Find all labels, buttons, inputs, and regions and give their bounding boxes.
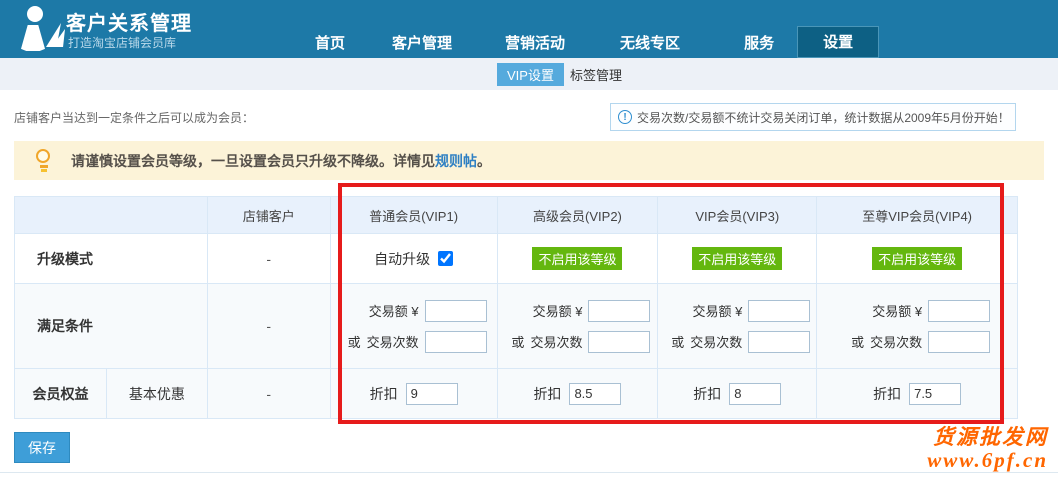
discount-input-vip4[interactable] xyxy=(909,383,961,405)
intro-text: 店铺客户当达到一定条件之后可以成为会员： xyxy=(14,109,254,126)
benefit-vip1-cell: 折扣 xyxy=(331,369,498,419)
amount-label: 交易额 ¥ xyxy=(533,301,583,320)
count-input-vip2[interactable] xyxy=(588,331,650,353)
condition-vip1-cell: 交易额 ¥ 或 交易次数 xyxy=(331,284,498,369)
header-cell-vip4: 至尊VIP会员(VIP4) xyxy=(817,197,1018,234)
table-header-row: 店铺客户 普通会员(VIP1) 高级会员(VIP2) VIP会员(VIP3) 至… xyxy=(15,197,1018,234)
count-label: 交易次数 xyxy=(870,332,922,351)
count-label: 交易次数 xyxy=(690,332,742,351)
nav-item-home[interactable]: 首页 xyxy=(315,32,345,53)
count-label: 交易次数 xyxy=(367,332,419,351)
benefit-sublabel: 基本优惠 xyxy=(107,369,208,419)
lightbulb-icon xyxy=(35,149,53,173)
auto-upgrade-label: 自动升级 xyxy=(374,249,430,269)
warning-text-suffix: 。 xyxy=(477,153,491,169)
amount-input-vip4[interactable] xyxy=(928,300,990,322)
upgrade-vip3-cell: 不启用该等级 xyxy=(658,234,817,284)
nav-item-service[interactable]: 服务 xyxy=(744,32,774,53)
warning-text-main: 请谨慎设置会员等级，一旦设置会员只升级不降级。详情见 xyxy=(71,153,435,169)
amount-label: 交易额 ¥ xyxy=(369,301,419,320)
disable-level-button-vip2[interactable]: 不启用该等级 xyxy=(532,247,622,270)
benefit-vip4-cell: 折扣 xyxy=(817,369,1018,419)
or-label: 或 xyxy=(851,332,864,351)
app-title: 客户关系管理 xyxy=(66,7,192,36)
condition-vip2-cell: 交易额 ¥ 或 交易次数 xyxy=(498,284,659,369)
benefit-vip3-cell: 折扣 xyxy=(658,369,817,419)
upgrade-mode-label: 升级模式 xyxy=(15,234,208,284)
header-cell-vip2: 高级会员(VIP2) xyxy=(498,197,659,234)
amount-input-vip3[interactable] xyxy=(748,300,810,322)
upgrade-vip1-cell: 自动升级 xyxy=(331,234,498,284)
amount-input-vip2[interactable] xyxy=(588,300,650,322)
discount-input-vip3[interactable] xyxy=(729,383,781,405)
nav-item-customers[interactable]: 客户管理 xyxy=(392,32,452,53)
or-label: 或 xyxy=(348,332,361,351)
count-input-vip1[interactable] xyxy=(425,331,487,353)
count-label: 交易次数 xyxy=(530,332,582,351)
watermark-line1: 货源批发网 xyxy=(927,426,1048,449)
warning-bar: 请谨慎设置会员等级，一旦设置会员只升级不降级。详情见规则帖。 xyxy=(14,141,1044,180)
header-cell-shop-customer: 店铺客户 xyxy=(208,197,331,234)
nav-item-wireless[interactable]: 无线专区 xyxy=(620,32,680,53)
app-subtitle: 打造淘宝店铺会员库 xyxy=(68,34,176,51)
subnav-tab-vip-settings[interactable]: VIP设置 xyxy=(497,63,564,86)
header-cell-vip3: VIP会员(VIP3) xyxy=(658,197,817,234)
or-label: 或 xyxy=(671,332,684,351)
condition-vip4-cell: 交易额 ¥ 或 交易次数 xyxy=(817,284,1018,369)
amount-label: 交易额 ¥ xyxy=(872,301,922,320)
benefit-row: 会员权益 基本优惠 - 折扣 折扣 折扣 xyxy=(15,369,1018,419)
or-label: 或 xyxy=(511,332,524,351)
disable-level-button-vip3[interactable]: 不启用该等级 xyxy=(692,247,782,270)
watermark: 货源批发网 www.6pf.cn xyxy=(927,426,1048,472)
count-input-vip4[interactable] xyxy=(928,331,990,353)
vip-settings-table: 店铺客户 普通会员(VIP1) 高级会员(VIP2) VIP会员(VIP3) 至… xyxy=(14,196,1018,419)
nav-item-marketing[interactable]: 营销活动 xyxy=(505,32,565,53)
info-box: ! 交易次数/交易额不统计交易关闭订单，统计数据从2009年5月份开始！ xyxy=(610,103,1016,131)
crm-page: 客户关系管理 打造淘宝店铺会员库 首页 客户管理 营销活动 无线专区 服务 设置… xyxy=(0,0,1058,479)
upgrade-shop-value: - xyxy=(208,234,331,284)
upgrade-vip4-cell: 不启用该等级 xyxy=(817,234,1018,284)
header-cell-empty xyxy=(15,197,208,234)
discount-label: 折扣 xyxy=(533,384,561,404)
warning-text: 请谨慎设置会员等级，一旦设置会员只升级不降级。详情见规则帖。 xyxy=(71,151,491,171)
discount-label: 折扣 xyxy=(873,384,901,404)
benefit-vip2-cell: 折扣 xyxy=(498,369,659,419)
watermark-line2: www.6pf.cn xyxy=(927,449,1048,472)
header-cell-vip1: 普通会员(VIP1) xyxy=(331,197,498,234)
subnav-tab-tag-management[interactable]: 标签管理 xyxy=(570,63,622,86)
discount-input-vip1[interactable] xyxy=(406,383,458,405)
footer-divider xyxy=(0,472,1058,473)
upgrade-vip2-cell: 不启用该等级 xyxy=(498,234,659,284)
app-logo-icon xyxy=(18,5,66,53)
app-header: 客户关系管理 打造淘宝店铺会员库 首页 客户管理 营销活动 无线专区 服务 设置 xyxy=(0,0,1058,58)
count-input-vip3[interactable] xyxy=(748,331,810,353)
nav-item-settings[interactable]: 设置 xyxy=(797,26,879,58)
discount-label: 折扣 xyxy=(693,384,721,404)
condition-shop-value: - xyxy=(208,284,331,369)
amount-label: 交易额 ¥ xyxy=(692,301,742,320)
condition-vip3-cell: 交易额 ¥ 或 交易次数 xyxy=(658,284,817,369)
info-circle-icon: ! xyxy=(618,110,632,124)
discount-input-vip2[interactable] xyxy=(569,383,621,405)
sub-nav: VIP设置 标签管理 xyxy=(0,58,1058,90)
auto-upgrade-checkbox[interactable] xyxy=(438,251,453,266)
amount-input-vip1[interactable] xyxy=(425,300,487,322)
save-button[interactable]: 保存 xyxy=(14,432,70,463)
upgrade-mode-row: 升级模式 - 自动升级 不启用该等级 不启用该等级 不启用该等级 xyxy=(15,234,1018,284)
rules-link[interactable]: 规则帖 xyxy=(435,153,477,169)
info-box-text: 交易次数/交易额不统计交易关闭订单，统计数据从2009年5月份开始！ xyxy=(637,109,1010,126)
main-nav: 首页 客户管理 营销活动 无线专区 服务 设置 xyxy=(300,26,879,58)
benefit-shop-value: - xyxy=(208,369,331,419)
disable-level-button-vip4[interactable]: 不启用该等级 xyxy=(872,247,962,270)
condition-label: 满足条件 xyxy=(15,284,208,369)
benefit-label: 会员权益 xyxy=(15,369,107,419)
discount-label: 折扣 xyxy=(370,384,398,404)
condition-row: 满足条件 - 交易额 ¥ 或 交易次数 xyxy=(15,284,1018,369)
